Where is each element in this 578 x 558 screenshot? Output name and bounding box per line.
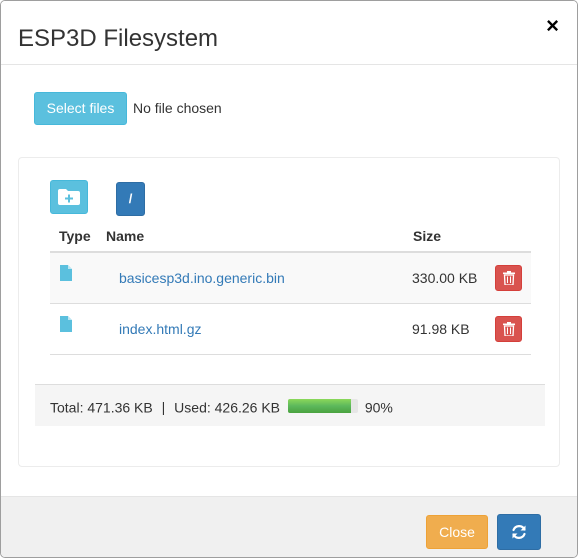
create-folder-button[interactable] bbox=[50, 180, 88, 214]
file-chosen-status: No file chosen bbox=[133, 100, 222, 116]
close-button[interactable]: Close bbox=[426, 515, 488, 549]
close-icon[interactable]: × bbox=[546, 15, 559, 37]
usage-progress-fill bbox=[287, 399, 351, 414]
file-size: 91.98 KB bbox=[412, 321, 470, 337]
dialog-header: ESP3D Filesystem × bbox=[1, 1, 577, 65]
table-row: index.html.gz 91.98 KB bbox=[50, 304, 531, 355]
file-name-link[interactable]: basicesp3d.ino.generic.bin bbox=[119, 270, 285, 286]
column-header-type: Type bbox=[59, 228, 91, 244]
used-size: Used: 426.26 KB bbox=[174, 399, 281, 416]
file-name-link[interactable]: index.html.gz bbox=[119, 321, 201, 337]
column-header-size: Size bbox=[413, 228, 442, 244]
trash-icon bbox=[502, 322, 515, 336]
table-header: Type Name Size bbox=[50, 220, 531, 253]
column-header-name: Name bbox=[106, 228, 145, 244]
trash-icon bbox=[502, 271, 515, 285]
table-row: basicesp3d.ino.generic.bin 330.00 KB bbox=[50, 253, 531, 304]
refresh-button[interactable] bbox=[497, 514, 541, 550]
dialog-title: ESP3D Filesystem bbox=[18, 25, 219, 52]
refresh-icon bbox=[512, 525, 526, 539]
dialog-body: Select files No file chosen / Type Name … bbox=[1, 66, 577, 496]
delete-file-button[interactable] bbox=[495, 316, 522, 342]
folder-plus-icon bbox=[58, 189, 80, 205]
file-table: Type Name Size basicesp3d.ino.generic.bi… bbox=[50, 220, 531, 355]
delete-file-button[interactable] bbox=[495, 265, 522, 291]
file-icon bbox=[60, 316, 72, 335]
filesystem-dialog: ESP3D Filesystem × Select files No file … bbox=[0, 0, 578, 558]
file-list-panel: / Type Name Size basicesp3d.ino.generic.… bbox=[18, 157, 560, 467]
usage-summary: Total: 471.36 KB | Used: 426.26 KB 90% bbox=[50, 398, 393, 415]
usage-percent: 90% bbox=[364, 399, 393, 416]
select-files-button[interactable]: Select files bbox=[34, 92, 127, 125]
root-directory-button[interactable]: / bbox=[116, 182, 145, 216]
usage-progress-bar bbox=[287, 399, 358, 414]
dialog-footer: Close bbox=[1, 496, 577, 557]
file-size: 330.00 KB bbox=[412, 270, 478, 286]
total-size: Total: 471.36 KB bbox=[50, 399, 153, 416]
usage-bar: Total: 471.36 KB | Used: 426.26 KB 90% bbox=[35, 384, 545, 426]
file-icon bbox=[60, 265, 72, 284]
usage-separator: | bbox=[161, 399, 166, 416]
